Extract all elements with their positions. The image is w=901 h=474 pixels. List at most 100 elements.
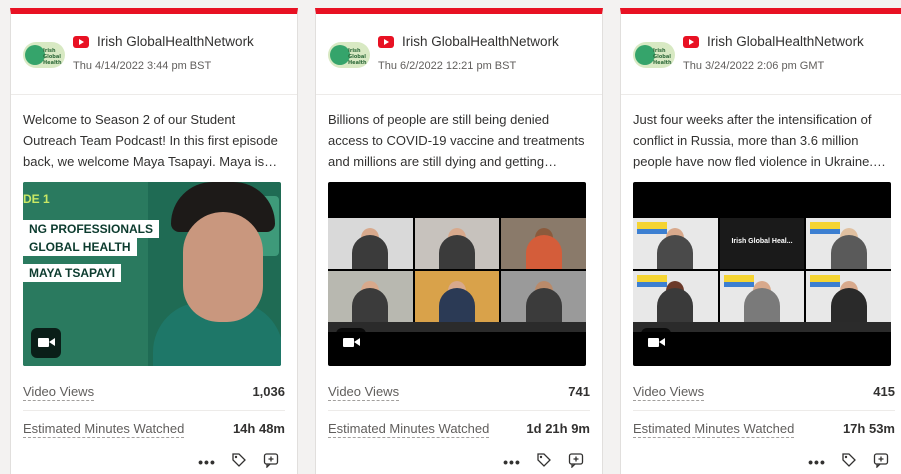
post-date: Thu 6/2/2022 12:21 pm BST — [378, 60, 517, 72]
participant-body — [743, 288, 780, 322]
card-actions: ••• — [502, 452, 592, 472]
video-call-grid: Irish Global Heal... — [633, 218, 891, 322]
post-card-2[interactable]: Irish Global Health Irish GlobalHealthNe… — [315, 8, 603, 474]
metric-label[interactable]: Video Views — [23, 384, 95, 401]
tile-title: Irish Global Heal... — [731, 238, 793, 245]
metric-minutes-watched: Estimated Minutes Watched 17h 53m — [633, 421, 895, 443]
participant-tile — [806, 218, 891, 269]
channel-name[interactable]: Irish GlobalHealthNetwork — [97, 34, 254, 49]
metric-label[interactable]: Estimated Minutes Watched — [23, 421, 185, 438]
metric-minutes-watched: Estimated Minutes Watched 1d 21h 9m — [328, 421, 590, 443]
metric-divider — [328, 410, 590, 411]
tile-banner — [637, 222, 667, 234]
video-thumbnail[interactable] — [328, 182, 586, 366]
comment-icon[interactable] — [261, 452, 281, 472]
video-camera-icon — [641, 328, 671, 358]
metric-value: 14h 48m — [232, 421, 285, 436]
metric-divider — [633, 410, 895, 411]
call-toolbar — [328, 322, 586, 332]
logo-text: Irish Global Health — [653, 48, 672, 66]
post-card-1[interactable]: Irish Global Health Irish GlobalHealthNe… — [10, 8, 298, 474]
card-header: Irish Global Health Irish GlobalHealthNe… — [328, 34, 592, 78]
thumb-title-line2: GLOBAL HEALTH — [23, 238, 137, 256]
episode-label: DE 1 — [23, 192, 50, 206]
participant-tile — [633, 218, 718, 269]
guest-face — [183, 212, 263, 322]
participant-tile — [328, 218, 413, 269]
thumb-guest-name: MAYA TSAPAYI — [23, 264, 122, 282]
metric-label[interactable]: Estimated Minutes Watched — [328, 421, 490, 438]
youtube-icon — [73, 36, 89, 48]
participant-tile — [633, 271, 718, 322]
metric-minutes-watched: Estimated Minutes Watched 14h 48m — [23, 421, 285, 443]
header-divider — [316, 94, 602, 95]
participant-body — [657, 235, 694, 269]
logo-circle — [635, 45, 655, 65]
participant-tile — [719, 271, 805, 322]
header-divider — [621, 94, 901, 95]
more-options-icon[interactable]: ••• — [502, 452, 522, 472]
post-description: Billions of people are still being denie… — [328, 112, 585, 169]
tile-banner — [637, 275, 667, 287]
participant-tile — [414, 218, 500, 269]
metric-label[interactable]: Estimated Minutes Watched — [633, 421, 795, 438]
metric-value: 17h 53m — [842, 421, 895, 436]
more-options-icon[interactable]: ••• — [197, 452, 217, 472]
post-description: Welcome to Season 2 of our Student Outre… — [23, 112, 278, 169]
post-description: Just four weeks after the intensificatio… — [633, 112, 886, 169]
participant-tile — [501, 271, 586, 322]
channel-avatar[interactable]: Irish Global Health — [633, 42, 675, 68]
post-date: Thu 4/14/2022 3:44 pm BST — [73, 60, 212, 72]
channel-name[interactable]: Irish GlobalHealthNetwork — [402, 34, 559, 49]
youtube-icon — [683, 36, 699, 48]
video-call-grid — [328, 218, 586, 322]
participant-tile — [806, 271, 891, 322]
participant-body — [657, 288, 694, 322]
participant-tile — [414, 271, 500, 322]
comment-icon[interactable] — [871, 452, 891, 472]
card-header: Irish Global Health Irish GlobalHealthNe… — [23, 34, 287, 78]
thumb-title-line1: NG PROFESSIONALS — [23, 220, 160, 238]
tile-banner — [810, 222, 841, 234]
participant-body — [525, 235, 562, 269]
metric-label[interactable]: Video Views — [328, 384, 400, 401]
participant-tile — [328, 271, 413, 322]
logo-circle — [25, 45, 45, 65]
logo-text: Irish Global Health — [348, 48, 367, 66]
call-toolbar — [633, 322, 891, 332]
participant-tile: Irish Global Heal... — [719, 218, 805, 269]
post-card-3[interactable]: Irish Global Health Irish GlobalHealthNe… — [620, 8, 901, 474]
video-thumbnail[interactable]: Irish Global Heal... — [633, 182, 891, 366]
participant-body — [352, 288, 389, 322]
metric-divider — [23, 410, 285, 411]
channel-name[interactable]: Irish GlobalHealthNetwork — [707, 34, 864, 49]
card-header: Irish Global Health Irish GlobalHealthNe… — [633, 34, 897, 78]
tile-banner — [810, 275, 841, 287]
metric-label[interactable]: Video Views — [633, 384, 705, 401]
tag-icon[interactable] — [839, 452, 859, 472]
more-options-icon[interactable]: ••• — [807, 452, 827, 472]
channel-avatar[interactable]: Irish Global Health — [23, 42, 65, 68]
participant-body — [438, 288, 475, 322]
participant-tile — [501, 218, 586, 269]
card-actions: ••• — [197, 452, 287, 472]
tile-banner — [723, 275, 754, 287]
logo-circle — [330, 45, 350, 65]
youtube-icon — [378, 36, 394, 48]
tag-icon[interactable] — [534, 452, 554, 472]
metric-value: 415 — [873, 384, 895, 399]
participant-body — [830, 288, 867, 322]
metric-value: 1d 21h 9m — [526, 421, 590, 436]
tag-icon[interactable] — [229, 452, 249, 472]
participant-body — [352, 235, 389, 269]
video-camera-icon — [31, 328, 61, 358]
header-divider — [11, 94, 297, 95]
metric-video-views: Video Views 1,036 — [23, 384, 285, 406]
channel-avatar[interactable]: Irish Global Health — [328, 42, 370, 68]
video-thumbnail[interactable]: DE 1 NG PROFESSIONALS GLOBAL HEALTH MAYA… — [23, 182, 281, 366]
comment-icon[interactable] — [566, 452, 586, 472]
metric-video-views: Video Views 741 — [328, 384, 590, 406]
metric-value: 1,036 — [252, 384, 285, 399]
participant-body — [525, 288, 562, 322]
metric-video-views: Video Views 415 — [633, 384, 895, 406]
